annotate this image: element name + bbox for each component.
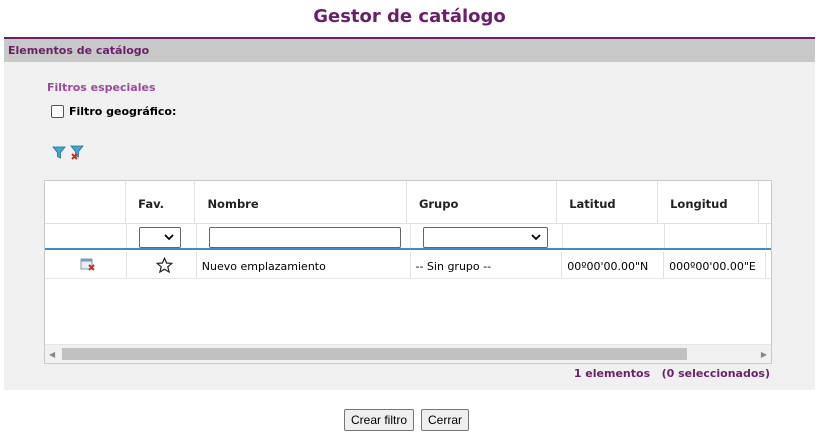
star-outline-icon[interactable] [155,256,174,277]
geo-filter-checkbox[interactable] [51,105,64,118]
column-header-fav[interactable]: Fav. [126,181,196,223]
chevron-down-icon [531,231,541,246]
chevron-down-icon [164,231,174,246]
close-button[interactable]: Cerrar [421,409,470,431]
create-filter-button[interactable]: Crear filtro [344,409,415,431]
grupo-filter-select[interactable] [423,227,548,248]
geo-filter-row: Filtro geográfico: [51,105,176,118]
delete-icon[interactable] [80,258,96,275]
cell-grupo: -- Sin grupo -- [411,252,563,278]
filter-tools [52,145,85,165]
table-row[interactable]: Nuevo emplazamiento -- Sin grupo -- 00º0… [45,252,771,279]
catalog-table: Fav. Nombre Grupo Latitud Longitud Nuevo… [44,180,772,364]
horizontal-scrollbar[interactable]: ◀ ▶ [45,344,771,363]
column-header-actions [45,181,127,223]
nombre-filter-input[interactable] [209,227,401,248]
panel-header: Elementos de catálogo [4,37,815,62]
selection-count: 1 elementos (0 seleccionados) [573,367,770,380]
scrollbar-thumb[interactable] [62,348,687,360]
scroll-right-arrow-icon[interactable]: ▶ [761,350,767,359]
table-filter-row [45,224,771,250]
table-header-row: Fav. Nombre Grupo Latitud Longitud [45,181,771,224]
page-title: Gestor de catálogo [313,6,506,27]
cell-longitud: 000º00'00.00"E [664,252,766,278]
column-header-latitud[interactable]: Latitud [557,181,659,223]
catalog-panel: Elementos de catálogo Filtros especiales… [4,37,815,390]
filter-icon[interactable] [52,145,66,165]
cell-latitud: 00º00'00.00"N [562,252,665,278]
cell-nombre: Nuevo emplazamiento [197,252,411,278]
column-header-longitud[interactable]: Longitud [658,181,759,223]
fav-filter-select[interactable] [139,227,181,248]
clear-filter-icon[interactable] [69,145,85,165]
column-header-nombre[interactable]: Nombre [195,181,407,223]
column-header-grupo[interactable]: Grupo [407,181,558,223]
geo-filter-label: Filtro geográfico: [69,105,177,118]
scroll-left-arrow-icon[interactable]: ◀ [49,350,55,359]
special-filters-label: Filtros especiales [47,81,156,94]
